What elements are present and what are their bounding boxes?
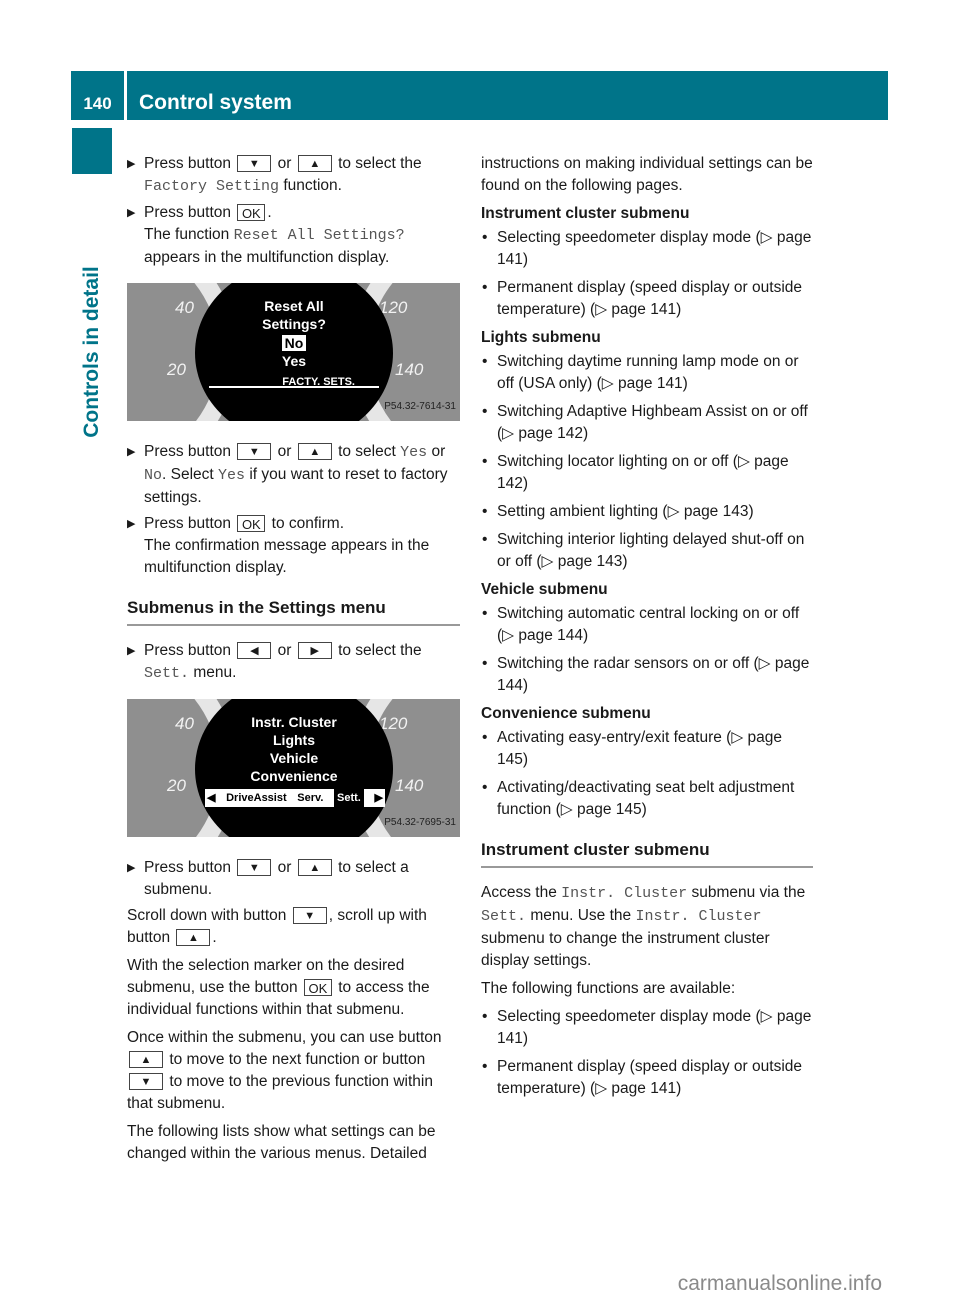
up-button-icon: ▲ <box>129 1051 163 1069</box>
list-item: • Permanent display (speed display or out… <box>482 1058 803 1097</box>
section-heading: Submenus in the Settings menu <box>127 597 460 626</box>
display-text: Factory Setting <box>144 178 280 195</box>
display-divider <box>209 386 379 388</box>
section-heading: Instrument cluster submenu <box>481 839 813 868</box>
side-tab-label: Controls in detail <box>80 266 103 438</box>
header-divider <box>124 71 127 120</box>
list-item: • Switching locator lighting on or off (▷… <box>482 453 789 492</box>
step-arrow-icon: ▶ <box>127 446 136 458</box>
list-item: • Permanent display (speed display or out… <box>482 279 803 318</box>
step-arrow-icon: ▶ <box>127 158 136 170</box>
paragraph: The following functions are available: <box>481 980 736 997</box>
up-button-icon: ▲ <box>297 155 332 173</box>
page-title: Control system <box>139 91 292 114</box>
ok-button-icon: OK <box>237 204 266 222</box>
gauge-label: 20 <box>167 776 186 795</box>
settings-menu-display-figure: 40 20 120 140 Instr. Cluster Lights Vehi… <box>127 699 460 837</box>
figure-id: P54.32-7695-31 <box>384 817 456 828</box>
gauge-label: 40 <box>175 714 194 733</box>
up-button-icon: ▲ <box>176 929 211 947</box>
instruction-step: ▶ Press button ◀ or ▶ to select the Sett… <box>127 642 422 682</box>
left-button-icon: ◀ <box>237 642 272 660</box>
figure-id: P54.32-7614-31 <box>384 401 456 412</box>
list-item: • Switching automatic central locking on … <box>482 605 800 644</box>
up-button-icon: ▲ <box>297 859 332 877</box>
gauge-label: 40 <box>175 298 194 317</box>
paragraph: Access the Instr. Cluster submenu via th… <box>481 884 806 969</box>
watermark-link[interactable]: carmanualsonline.info <box>678 1272 882 1296</box>
menu-item: Serv. <box>297 792 324 804</box>
instruction-step: ▶ Press button ▼ or ▲ to select a submen… <box>127 859 409 898</box>
ok-button-icon: OK <box>237 515 266 533</box>
page-number: 140 <box>83 94 112 113</box>
list-item: • Activating easy-entry/exit feature (▷ p… <box>482 729 783 768</box>
down-button-icon: ▼ <box>129 1073 163 1091</box>
gauge-label: 140 <box>395 776 424 795</box>
list-item: • Selecting speedometer display mode (▷ p… <box>482 229 812 268</box>
menu-right-arrow-icon: ▶ <box>374 792 383 804</box>
menu-left-arrow-icon: ◀ <box>207 792 216 804</box>
down-button-icon: ▼ <box>292 907 327 925</box>
left-column: ▶ Press button ▼ or ▲ to select the Fact… <box>127 153 460 1171</box>
down-button-icon: ▼ <box>237 443 272 461</box>
list-item: • Switching Adaptive Highbeam Assist on o… <box>482 403 808 442</box>
reset-settings-display-figure: 40 20 120 140 Reset All Settings? No Yes… <box>127 283 460 421</box>
step-arrow-icon: ▶ <box>127 645 136 657</box>
menu-item-active: Sett. <box>334 787 364 809</box>
paragraph: instructions on making individual settin… <box>481 155 813 194</box>
multifunction-display: Reset All Settings? No Yes FACTY. SETS. <box>195 283 393 421</box>
gauge-label: 140 <box>395 360 424 379</box>
list-item: • Switching daytime running lamp mode on … <box>482 353 799 392</box>
submenu-item: Convenience <box>250 768 338 784</box>
list-item: • Switching the radar sensors on or off (… <box>482 655 810 694</box>
side-tab-marker <box>72 128 112 174</box>
paragraph: With the selection marker on the desired… <box>127 957 430 1018</box>
instruction-step: ▶ Press button ▼ or ▲ to select Yes or N… <box>127 443 448 506</box>
step-arrow-icon: ▶ <box>127 207 136 219</box>
instruction-step: ▶ Press button ▼ or ▲ to select the Fact… <box>127 155 422 195</box>
list-item: • Selecting speedometer display mode (▷ p… <box>482 1008 812 1047</box>
paragraph: The following lists show what settings c… <box>127 1123 436 1162</box>
submenu-heading: Lights submenu <box>481 329 601 346</box>
display-footer-label: FACTY. SETS. <box>282 376 355 388</box>
paragraph: Once within the submenu, you can use but… <box>127 1029 442 1112</box>
side-tab: Controls in detail <box>72 182 112 522</box>
selected-option: No <box>281 335 307 351</box>
right-button-icon: ▶ <box>297 642 332 660</box>
instruction-step: ▶ Press button OK. The function Reset Al… <box>127 204 405 266</box>
right-column: instructions on making individual settin… <box>481 153 813 1106</box>
display-text: Reset All Settings? <box>233 227 405 244</box>
submenu-heading: Instrument cluster submenu <box>481 205 690 222</box>
ok-button-icon: OK <box>303 979 332 997</box>
up-button-icon: ▲ <box>297 443 332 461</box>
gauge-label: 20 <box>167 360 186 379</box>
submenu-heading: Vehicle submenu <box>481 581 608 598</box>
list-item: • Switching interior lighting delayed shu… <box>482 531 805 570</box>
step-arrow-icon: ▶ <box>127 862 136 874</box>
down-button-icon: ▼ <box>237 859 272 877</box>
option: Yes <box>281 353 307 369</box>
down-button-icon: ▼ <box>237 155 272 173</box>
list-item: • Activating/deactivating seat belt adjus… <box>482 779 795 818</box>
display-menu-bar: ◀ DriveAssist Serv. Sett. ▶ <box>205 787 385 809</box>
multifunction-display: Instr. Cluster Lights Vehicle Convenienc… <box>195 699 393 837</box>
list-item: • Setting ambient lighting (▷ page 143) <box>482 503 754 520</box>
step-arrow-icon: ▶ <box>127 518 136 530</box>
submenu-heading: Convenience submenu <box>481 705 651 722</box>
paragraph: Scroll down with button ▼, scroll up wit… <box>127 907 427 947</box>
menu-item: DriveAssist <box>226 792 287 804</box>
instruction-step: ▶ Press button OK to confirm. The confir… <box>127 515 430 576</box>
